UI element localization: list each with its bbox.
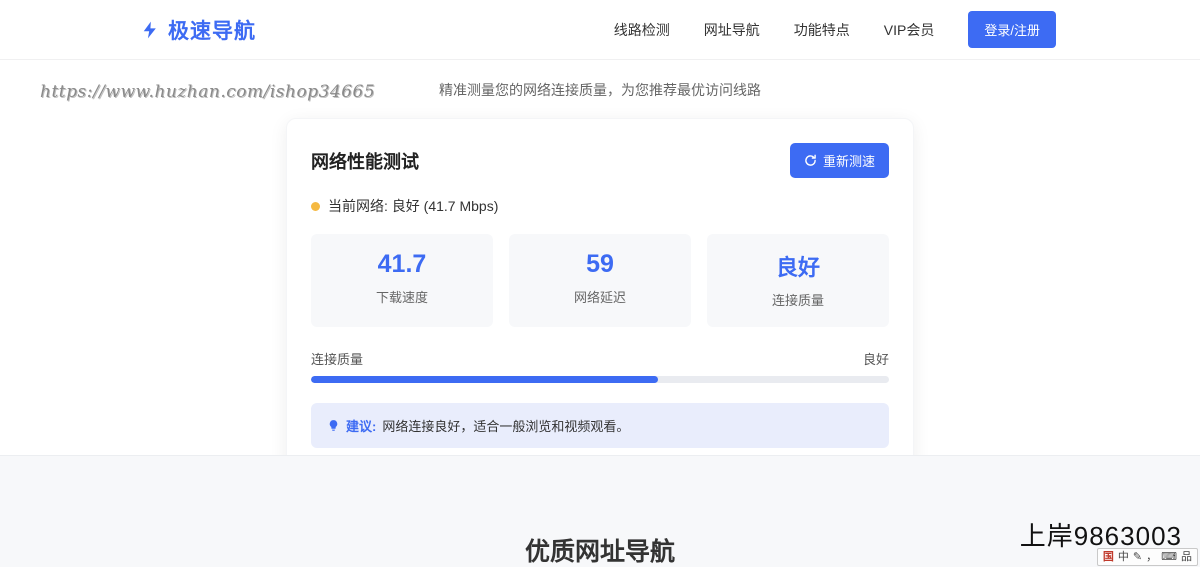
ime-toolbar[interactable]: 国 中 ✎ ， ⌨ 品 bbox=[1097, 548, 1198, 566]
card-title: 网络性能测试 bbox=[311, 148, 419, 174]
stat-download-speed: 41.7 下载速度 bbox=[311, 234, 493, 327]
stat-connection-quality: 良好 连接质量 bbox=[707, 234, 889, 327]
stat-label: 网络延迟 bbox=[509, 287, 691, 306]
ime-keyboard-icon[interactable]: ⌨ bbox=[1161, 549, 1177, 565]
suggestion-text: 网络连接良好，适合一般浏览和视频观看。 bbox=[382, 416, 629, 435]
ime-logo-icon[interactable]: 国 bbox=[1103, 549, 1114, 565]
top-header: 极速导航 线路检测 网址导航 功能特点 VIP会员 登录/注册 bbox=[0, 0, 1200, 60]
logo[interactable]: 极速导航 bbox=[140, 15, 256, 45]
retest-button[interactable]: 重新测速 bbox=[790, 143, 889, 178]
nav-item-site-nav[interactable]: 网址导航 bbox=[704, 20, 760, 40]
nav-item-line-check[interactable]: 线路检测 bbox=[614, 20, 670, 40]
ime-punctuation-icon[interactable]: ， bbox=[1146, 549, 1157, 565]
quality-value: 良好 bbox=[863, 349, 889, 368]
stat-value: 59 bbox=[509, 250, 691, 279]
nav-item-vip[interactable]: VIP会员 bbox=[884, 20, 935, 40]
quality-label: 连接质量 bbox=[311, 349, 363, 368]
stats-row: 41.7 下载速度 59 网络延迟 良好 连接质量 bbox=[311, 234, 889, 327]
network-status: 当前网络: 良好 (41.7 Mbps) bbox=[311, 196, 889, 216]
ime-language-icon[interactable]: 中 bbox=[1118, 549, 1129, 565]
stat-latency: 59 网络延迟 bbox=[509, 234, 691, 327]
status-text: 当前网络: 良好 (41.7 Mbps) bbox=[328, 196, 498, 216]
bottom-section: 优质网址导航 上岸9863003 国 中 ✎ ， ⌨ 品 bbox=[0, 455, 1200, 567]
speed-test-card: 网络性能测试 重新测速 当前网络: 良好 (41.7 Mbps) 41.7 下载… bbox=[286, 118, 914, 473]
ime-skin-icon[interactable]: 品 bbox=[1181, 549, 1192, 565]
suggestion-prefix: 建议: bbox=[346, 416, 376, 435]
suggestion-box: 建议: 网络连接良好，适合一般浏览和视频观看。 bbox=[311, 403, 889, 448]
stat-value: 41.7 bbox=[311, 250, 493, 279]
quality-progress-bar bbox=[311, 376, 889, 383]
stat-label: 连接质量 bbox=[707, 290, 889, 309]
ime-pen-icon[interactable]: ✎ bbox=[1133, 549, 1142, 565]
watermark-url: https://www.huzhan.com/ishop34665 bbox=[40, 82, 375, 102]
nav-item-features[interactable]: 功能特点 bbox=[794, 20, 850, 40]
logo-text: 极速导航 bbox=[168, 15, 256, 45]
lightning-bolt-icon bbox=[140, 20, 160, 40]
retest-button-label: 重新测速 bbox=[823, 151, 875, 170]
main-nav: 线路检测 网址导航 功能特点 VIP会员 登录/注册 bbox=[614, 11, 1056, 48]
status-dot-icon bbox=[311, 202, 320, 211]
quality-progress-fill bbox=[311, 376, 658, 383]
login-register-button[interactable]: 登录/注册 bbox=[968, 11, 1056, 48]
hero-section: 精准测量您的网络连接质量，为您推荐最优访问线路 https://www.huzh… bbox=[0, 60, 1200, 118]
refresh-icon bbox=[804, 154, 817, 167]
stat-label: 下载速度 bbox=[311, 287, 493, 306]
lightbulb-icon bbox=[327, 419, 340, 432]
stat-value: 良好 bbox=[707, 250, 889, 282]
quality-row: 连接质量 良好 bbox=[311, 349, 889, 368]
